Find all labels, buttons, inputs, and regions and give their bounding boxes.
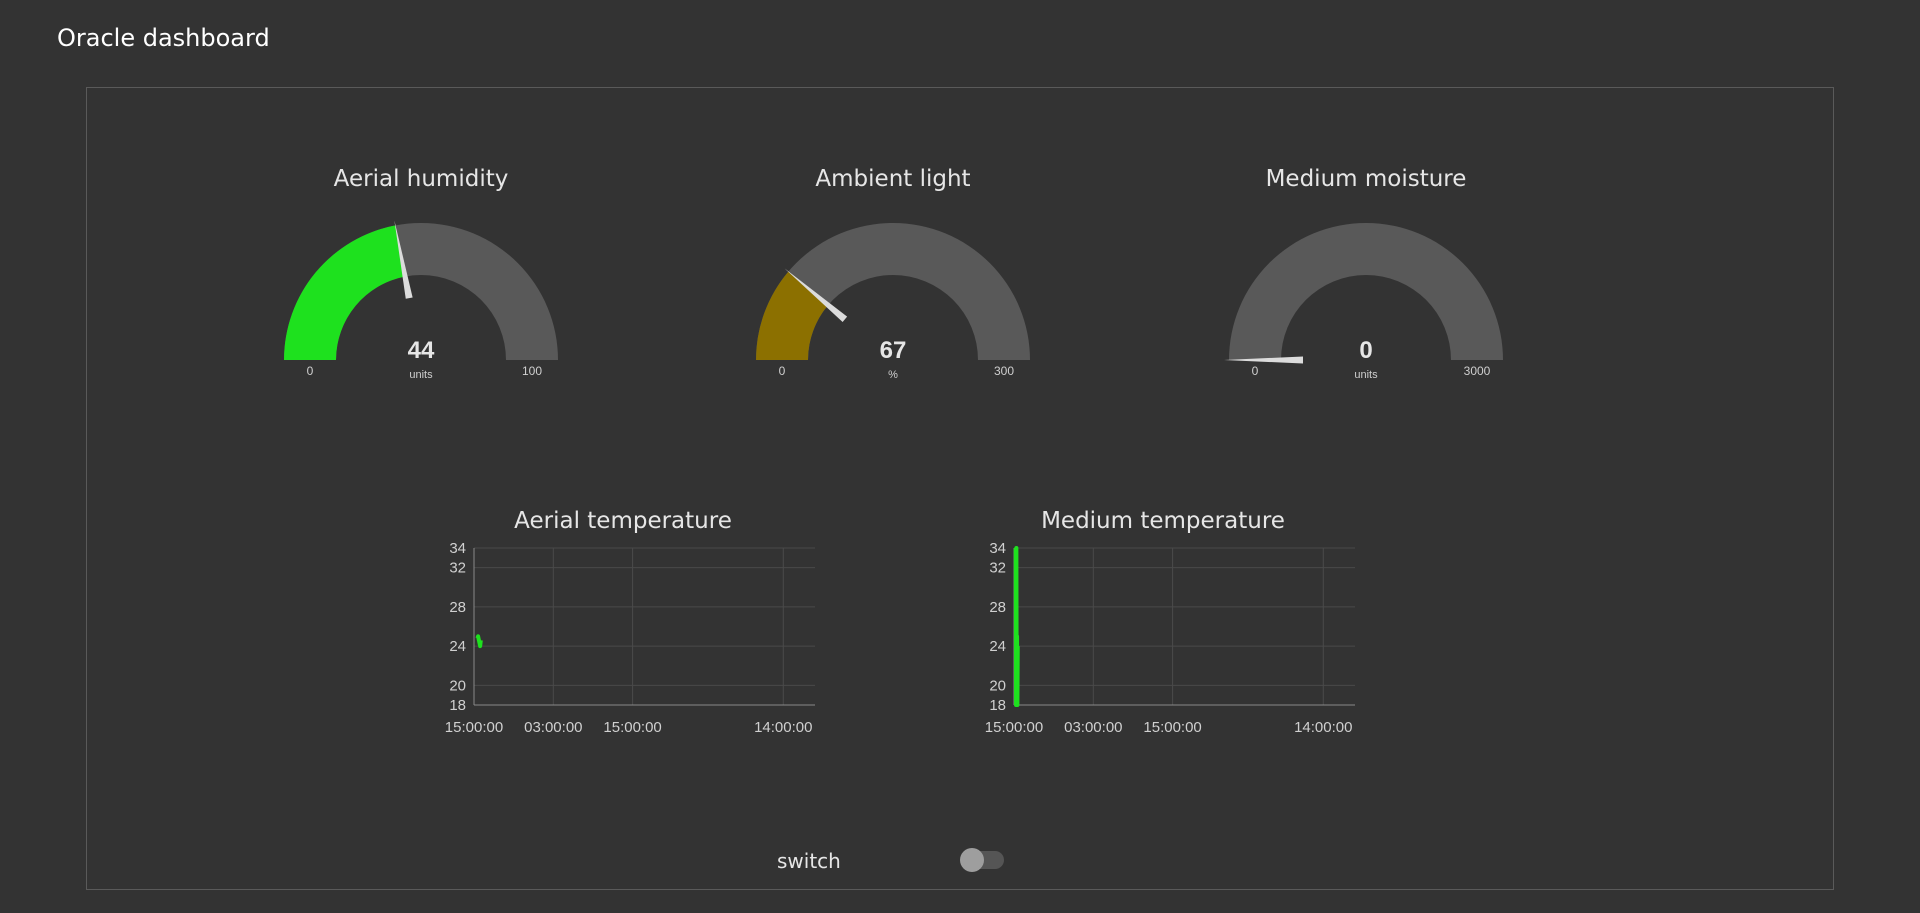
switch-toggle[interactable] [960,848,1004,872]
gauge-medium-moisture: 0 units 0 3000 [1224,223,1503,381]
chart-x-tick-label: 15:00:00 [445,719,503,736]
chart-y-tick-label: 32 [989,560,1006,577]
chart-x-tick-label: 03:00:00 [1064,719,1122,736]
gauge-ambient-light: 67% 0 300 [756,223,1030,381]
gauge-min-label: 0 [779,364,786,378]
gauge-min-label: 0 [1252,364,1259,378]
gauge-unit: units [1354,369,1378,381]
chart-series-line [1013,546,1020,707]
switch-knob[interactable] [960,848,984,872]
chart-y-tick-label: 18 [449,697,466,714]
gauge-max-label: 300 [994,364,1014,378]
chart-x-tick-label: 15:00:00 [603,719,661,736]
dashboard-title: Oracle dashboard [57,24,270,52]
gauge-unit: units [409,369,433,381]
gauge-unit: % [888,369,898,381]
gauge-value: 67 [880,337,907,364]
chart-aerial-temperature: 18 20 24 28 32 34 15:00:00 03:00:00 15:00:00 14:0… [445,540,815,736]
gauge-fill [284,225,406,360]
gauge-max-label: 100 [522,364,542,378]
chart-y-tick-label: 32 [449,560,466,577]
chart-x-tick-label: 14:00:00 [1294,719,1352,736]
chart-medium-temperature: 18 20 24 28 32 34 15:00:00 03:00:00 15:00:00 14:0… [985,540,1355,736]
chart-y-tick-label: 34 [989,540,1006,557]
chart-y-tick-label: 18 [989,697,1006,714]
gauge-aerial-humidity: 44 units 0 100 [284,220,558,381]
gauge-value: 44 [408,337,435,364]
gauge-min-label: 0 [307,364,314,378]
switch-label: switch [777,849,841,873]
chart-y-tick-label: 24 [989,638,1006,655]
chart-y-tick-label: 20 [989,677,1006,694]
gauge-title-ambient-light: Ambient light [815,166,971,192]
gauge-title-medium-moisture: Medium moisture [1265,166,1467,192]
gauge-title-aerial-humidity: Aerial humidity [333,166,509,192]
chart-x-tick-label: 15:00:00 [1143,719,1201,736]
chart-title-aerial-temperature: Aerial temperature [514,508,732,534]
dashboard-panel [86,87,1834,890]
chart-title-medium-temperature: Medium temperature [1041,508,1285,534]
chart-y-tick-label: 28 [989,599,1006,616]
chart-y-tick-label: 34 [449,540,466,557]
chart-y-tick-label: 28 [449,599,466,616]
chart-y-tick-label: 20 [449,677,466,694]
chart-x-tick-label: 03:00:00 [524,719,582,736]
chart-x-tick-label: 15:00:00 [985,719,1043,736]
gauge-value: 0 [1359,337,1372,364]
chart-y-tick-label: 24 [449,638,466,655]
gauge-max-label: 3000 [1464,364,1491,378]
chart-series-line [475,634,483,649]
chart-x-tick-label: 14:00:00 [754,719,812,736]
